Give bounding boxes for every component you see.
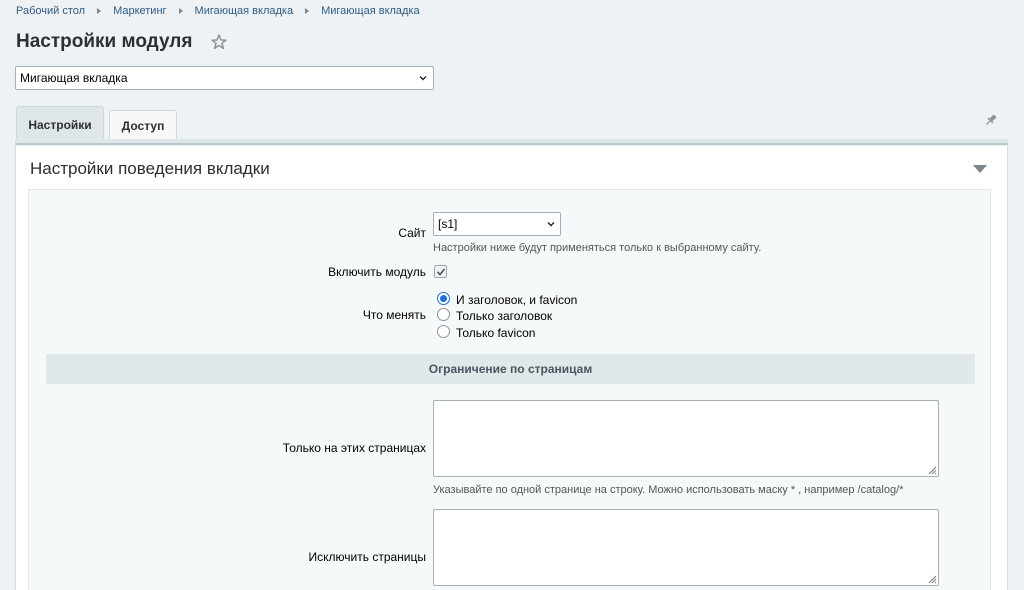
page-title: Настройки модуля bbox=[16, 31, 193, 52]
resize-grip-icon[interactable] bbox=[927, 574, 937, 584]
form-body: Сайт [s1] Настройки ниже будут применять… bbox=[28, 190, 991, 590]
resize-grip-icon[interactable] bbox=[927, 465, 937, 475]
settings-panel: Настройки поведения вкладки Сайт [s1] На… bbox=[15, 146, 1008, 590]
breadcrumb-separator-icon bbox=[305, 8, 310, 14]
breadcrumb: Рабочий стол Маркетинг Мигающая вкладка … bbox=[16, 5, 420, 17]
change-label: Что менять bbox=[362, 308, 426, 322]
enable-module-checkbox[interactable] bbox=[434, 265, 447, 278]
breadcrumb-link-desktop[interactable]: Рабочий стол bbox=[16, 5, 85, 17]
checkmark-icon bbox=[436, 268, 446, 276]
radio-title-only-label: Только заголовок bbox=[456, 309, 553, 323]
breadcrumb-separator-icon bbox=[178, 8, 183, 14]
site-select-value: [s1] bbox=[438, 217, 458, 231]
pin-icon[interactable] bbox=[984, 113, 998, 127]
module-select[interactable]: Мигающая вкладка bbox=[15, 66, 434, 90]
breadcrumb-link-module[interactable]: Мигающая вкладка bbox=[195, 5, 294, 17]
chevron-down-icon bbox=[419, 76, 427, 81]
exclude-pages-textarea[interactable] bbox=[433, 509, 939, 586]
collapse-triangle-icon[interactable] bbox=[973, 165, 987, 173]
only-pages-textarea[interactable] bbox=[433, 400, 939, 477]
radio-title-and-favicon-label: И заголовок, и favicon bbox=[456, 293, 578, 307]
breadcrumb-separator-icon bbox=[97, 8, 102, 14]
only-pages-label: Только на этих страницах bbox=[282, 441, 426, 455]
site-label: Сайт bbox=[398, 226, 426, 240]
site-hint: Настройки ниже будут применяться только … bbox=[433, 242, 762, 254]
exclude-pages-label: Исключить страницы bbox=[308, 550, 426, 564]
tab-settings[interactable]: Настройки bbox=[16, 106, 104, 140]
module-select-value: Мигающая вкладка bbox=[20, 71, 128, 85]
star-icon[interactable] bbox=[210, 33, 228, 51]
site-select[interactable]: [s1] bbox=[433, 212, 561, 236]
tab-panel-border bbox=[15, 139, 1008, 145]
section-title: Настройки поведения вкладки bbox=[30, 159, 270, 178]
only-pages-hint: Указывайте по одной странице на строку. … bbox=[433, 484, 904, 496]
page-restriction-header: Ограничение по страницам bbox=[46, 354, 975, 384]
enable-module-label: Включить модуль bbox=[328, 265, 426, 279]
radio-title-and-favicon[interactable] bbox=[437, 292, 450, 305]
radio-favicon-only[interactable] bbox=[437, 325, 450, 338]
radio-title-only[interactable] bbox=[437, 308, 450, 321]
chevron-down-icon bbox=[547, 222, 555, 227]
breadcrumb-link-marketing[interactable]: Маркетинг bbox=[113, 5, 166, 17]
tab-access[interactable]: Доступ bbox=[109, 110, 177, 140]
breadcrumb-link-current[interactable]: Мигающая вкладка bbox=[321, 5, 420, 17]
radio-favicon-only-label: Только favicon bbox=[456, 326, 536, 340]
